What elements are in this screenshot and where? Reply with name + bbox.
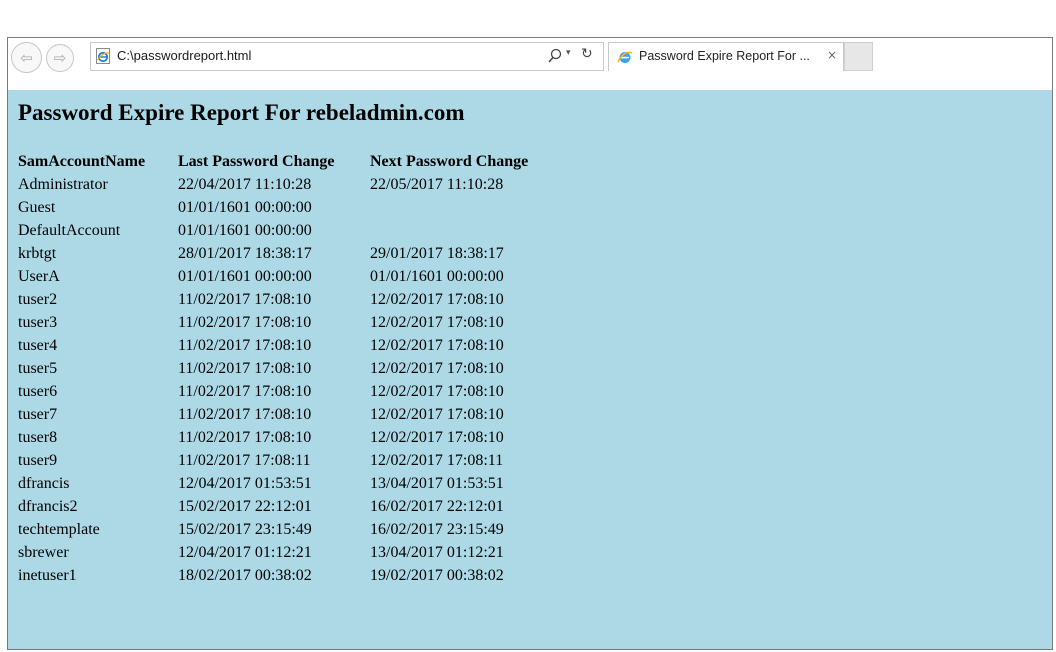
next-change-cell: 12/02/2017 17:08:10 bbox=[370, 359, 504, 377]
next-change-cell: 16/02/2017 22:12:01 bbox=[370, 497, 504, 515]
table-row: tuser8 11/02/2017 17:08:10 12/02/2017 17:0… bbox=[16, 426, 530, 449]
table-row: tuser7 11/02/2017 17:08:10 12/02/2017 17:0… bbox=[16, 403, 530, 426]
last-change-cell: 11/02/2017 17:08:11 bbox=[178, 451, 311, 469]
chevron-down-icon[interactable]: ▾ bbox=[566, 48, 571, 58]
last-change-cell: 11/02/2017 17:08:10 bbox=[178, 336, 312, 354]
account-name-cell: sbrewer bbox=[18, 543, 69, 561]
table-row: tuser3 11/02/2017 17:08:10 12/02/2017 17:0… bbox=[16, 311, 530, 334]
last-change-cell: 01/01/1601 00:00:00 bbox=[178, 267, 312, 285]
last-change-cell: 12/04/2017 01:53:51 bbox=[178, 474, 312, 492]
last-change-cell: 15/02/2017 22:12:01 bbox=[178, 497, 312, 515]
next-change-cell bbox=[368, 219, 530, 242]
account-name-cell: tuser7 bbox=[18, 405, 58, 423]
account-name-cell: UserA bbox=[18, 267, 60, 285]
ie-page-icon bbox=[96, 48, 110, 64]
back-arrow-icon: ⇦ bbox=[20, 48, 33, 67]
forward-arrow-icon: ⇨ bbox=[53, 49, 67, 67]
column-header: Next Password Change bbox=[370, 152, 529, 170]
next-change-cell: 12/02/2017 17:08:10 bbox=[370, 405, 504, 423]
next-change-cell: 12/02/2017 17:08:10 bbox=[370, 336, 504, 354]
last-change-cell: 01/01/1601 00:00:00 bbox=[178, 221, 312, 239]
account-name-cell: tuser3 bbox=[18, 313, 58, 331]
table-row: krbtgt 28/01/2017 18:38:17 29/01/2017 18:3… bbox=[16, 242, 530, 265]
last-change-cell: 15/02/2017 23:15:49 bbox=[178, 520, 312, 538]
close-icon[interactable]: × bbox=[827, 48, 837, 62]
password-report-table: SamAccountName Last Password Change Next… bbox=[16, 150, 530, 587]
next-change-cell: 22/05/2017 11:10:28 bbox=[370, 175, 504, 193]
last-change-cell: 22/04/2017 11:10:28 bbox=[178, 175, 312, 193]
next-change-cell: 13/04/2017 01:12:21 bbox=[370, 543, 504, 561]
table-row: sbrewer 12/04/2017 01:12:21 13/04/2017 01:… bbox=[16, 541, 530, 564]
account-name-cell: tuser9 bbox=[18, 451, 58, 469]
last-change-cell: 28/01/2017 18:38:17 bbox=[178, 244, 312, 262]
last-change-cell: 11/02/2017 17:08:10 bbox=[178, 428, 312, 446]
next-change-cell: 12/02/2017 17:08:10 bbox=[370, 382, 504, 400]
last-change-cell: 11/02/2017 17:08:10 bbox=[178, 313, 312, 331]
account-name-cell: dfrancis bbox=[18, 474, 70, 492]
table-row: tuser4 11/02/2017 17:08:10 12/02/2017 17:0… bbox=[16, 334, 530, 357]
next-change-cell: 12/02/2017 17:08:10 bbox=[370, 313, 504, 331]
last-change-cell: 18/02/2017 00:38:02 bbox=[178, 566, 312, 584]
table-row: Guest 01/01/1601 00:00:00 bbox=[16, 196, 530, 219]
table-row: techtemplate 15/02/2017 23:15:49 16/02/201… bbox=[16, 518, 530, 541]
account-name-cell: tuser5 bbox=[18, 359, 58, 377]
address-bar[interactable]: C:\passwordreport.html ▾ ↻ bbox=[90, 42, 604, 71]
page-content: Password Expire Report For rebeladmin.co… bbox=[8, 90, 1052, 649]
table-row: tuser9 11/02/2017 17:08:11 12/02/2017 17:0… bbox=[16, 449, 530, 472]
table-row: Administrator 22/04/2017 11:10:28 22/05/20… bbox=[16, 173, 530, 196]
address-text[interactable]: C:\passwordreport.html bbox=[117, 48, 251, 63]
last-change-cell: 11/02/2017 17:08:10 bbox=[178, 359, 312, 377]
next-change-cell: 12/02/2017 17:08:10 bbox=[370, 290, 504, 308]
column-header: Last Password Change bbox=[178, 152, 335, 170]
account-name-cell: tuser8 bbox=[18, 428, 58, 446]
next-change-cell: 13/04/2017 01:53:51 bbox=[370, 474, 504, 492]
table-row: dfrancis 12/04/2017 01:53:51 13/04/2017 01… bbox=[16, 472, 530, 495]
browser-window: ⇦ ⇨ C:\passwordreport.html ▾ ↻ Password … bbox=[7, 37, 1053, 650]
next-change-cell: 16/02/2017 23:15:49 bbox=[370, 520, 504, 538]
table-row: dfrancis2 15/02/2017 22:12:01 16/02/2017 2… bbox=[16, 495, 530, 518]
tab-password-report[interactable]: Password Expire Report For ... × bbox=[608, 42, 844, 71]
browser-toolbar: ⇦ ⇨ C:\passwordreport.html ▾ ↻ Password … bbox=[8, 38, 1052, 91]
account-name-cell: inetuser1 bbox=[18, 566, 77, 584]
account-name-cell: techtemplate bbox=[18, 520, 100, 538]
table-row: tuser6 11/02/2017 17:08:10 12/02/2017 17:0… bbox=[16, 380, 530, 403]
account-name-cell: tuser2 bbox=[18, 290, 58, 308]
last-change-cell: 11/02/2017 17:08:10 bbox=[178, 290, 312, 308]
next-change-cell: 29/01/2017 18:38:17 bbox=[370, 244, 504, 262]
last-change-cell: 01/01/1601 00:00:00 bbox=[178, 198, 312, 216]
refresh-icon[interactable]: ↻ bbox=[581, 46, 593, 62]
next-change-cell bbox=[368, 196, 530, 219]
account-name-cell: DefaultAccount bbox=[18, 221, 121, 239]
tab-title: Password Expire Report For ... bbox=[639, 49, 810, 63]
last-change-cell: 12/04/2017 01:12:21 bbox=[178, 543, 312, 561]
account-name-cell: tuser6 bbox=[18, 382, 58, 400]
next-change-cell: 12/02/2017 17:08:11 bbox=[370, 451, 504, 469]
table-row: inetuser1 18/02/2017 00:38:02 19/02/2017 0… bbox=[16, 564, 530, 587]
back-button[interactable]: ⇦ bbox=[11, 42, 42, 73]
next-change-cell: 12/02/2017 17:08:10 bbox=[370, 428, 504, 446]
table-row: tuser5 11/02/2017 17:08:10 12/02/2017 17:0… bbox=[16, 357, 530, 380]
account-name-cell: dfrancis2 bbox=[18, 497, 78, 515]
table-row: tuser2 11/02/2017 17:08:10 12/02/2017 17:0… bbox=[16, 288, 530, 311]
last-change-cell: 11/02/2017 17:08:10 bbox=[178, 405, 312, 423]
new-tab-button[interactable] bbox=[844, 42, 873, 71]
account-name-cell: krbtgt bbox=[18, 244, 57, 262]
column-header: SamAccountName bbox=[18, 152, 146, 170]
account-name-cell: Guest bbox=[18, 198, 56, 216]
page-title: Password Expire Report For rebeladmin.co… bbox=[18, 100, 465, 125]
table-row: DefaultAccount 01/01/1601 00:00:00 bbox=[16, 219, 530, 242]
last-change-cell: 11/02/2017 17:08:10 bbox=[178, 382, 312, 400]
table-header-row: SamAccountName Last Password Change Next… bbox=[16, 150, 530, 173]
next-change-cell: 01/01/1601 00:00:00 bbox=[370, 267, 504, 285]
table-row: UserA 01/01/1601 00:00:00 01/01/1601 00:00… bbox=[16, 265, 530, 288]
forward-button[interactable]: ⇨ bbox=[46, 44, 74, 72]
ie-logo-icon bbox=[617, 51, 633, 63]
account-name-cell: Administrator bbox=[18, 175, 108, 193]
account-name-cell: tuser4 bbox=[18, 336, 58, 354]
next-change-cell: 19/02/2017 00:38:02 bbox=[370, 566, 504, 584]
search-icon[interactable] bbox=[547, 47, 563, 65]
